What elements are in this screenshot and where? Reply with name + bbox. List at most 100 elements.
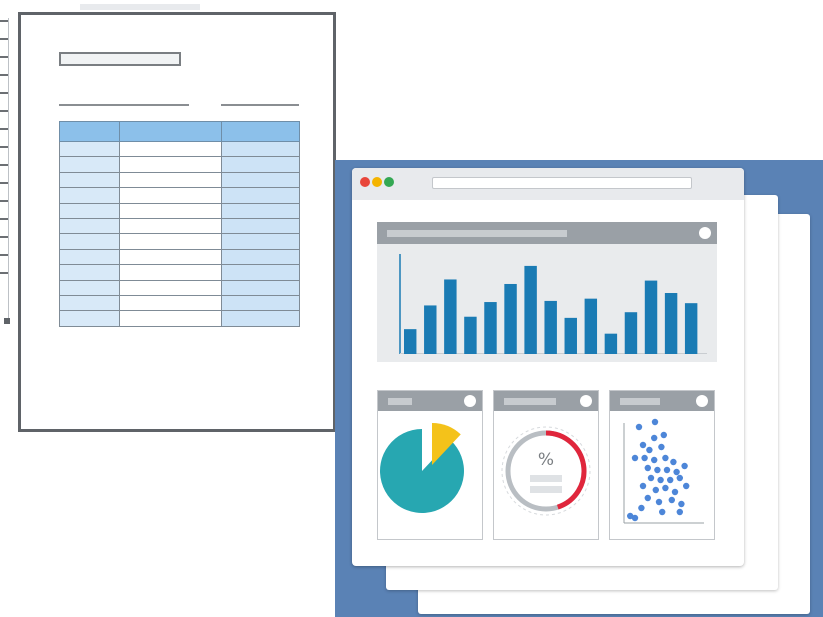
spine-tick (0, 74, 8, 76)
table-cell (221, 233, 300, 250)
close-window-dot[interactable] (360, 177, 370, 187)
bar (504, 283, 517, 354)
gauge-percent-label: % (538, 450, 554, 470)
spine-tick (0, 254, 8, 256)
table-header-row (59, 121, 300, 142)
table-row (59, 294, 300, 312)
panel-menu-button[interactable] (464, 395, 476, 407)
bar-chart-panel-header (377, 222, 717, 244)
table-row (59, 310, 300, 327)
spine-tick (0, 92, 8, 94)
table-row (59, 248, 300, 266)
panel-menu-button[interactable] (696, 395, 708, 407)
table-cell (221, 264, 300, 281)
table-cell (221, 217, 300, 235)
document-rule-left (59, 104, 189, 106)
pie-panel-header (378, 391, 482, 411)
table-row (59, 279, 300, 296)
table-cell (221, 279, 300, 296)
bar (664, 293, 678, 354)
panel-title-placeholder (387, 230, 567, 237)
table-row (59, 140, 300, 158)
document-rule-right (221, 104, 299, 106)
table-cell (59, 294, 120, 312)
table-row (59, 156, 300, 173)
bar (484, 302, 497, 354)
table-header-cell (221, 121, 300, 142)
panel-menu-button[interactable] (580, 395, 592, 407)
window-title-bar (352, 168, 744, 200)
scatter-point (638, 504, 645, 512)
minimize-window-dot[interactable] (372, 177, 382, 187)
scatter-point (668, 496, 675, 504)
table-row (59, 264, 300, 281)
address-bar[interactable] (432, 177, 692, 189)
bar (444, 279, 457, 354)
scatter-point (667, 476, 674, 484)
table-cell (59, 140, 120, 158)
scatter-chart-panel (609, 390, 715, 540)
spine-tick (0, 38, 8, 40)
table-cell (221, 156, 300, 173)
scatter-chart (623, 418, 704, 524)
table-row (59, 202, 300, 219)
table-cell (119, 264, 222, 281)
spreadsheet-table (59, 121, 300, 327)
bar (624, 312, 638, 354)
table-cell (59, 248, 120, 266)
table-cell (221, 171, 300, 189)
table-cell (221, 202, 300, 219)
spine-tick (0, 20, 8, 22)
scatter-point (663, 466, 671, 474)
scatter-point (681, 462, 688, 470)
bar (464, 316, 477, 354)
spreadsheet-document (18, 12, 336, 432)
table-row (59, 171, 300, 189)
panel-title-placeholder (620, 398, 660, 405)
maximize-window-dot[interactable] (384, 177, 394, 187)
spine-tick (0, 272, 8, 274)
gauge-line-placeholder (530, 475, 562, 482)
scatter-point (631, 514, 639, 522)
document-title-placeholder (59, 52, 181, 66)
gauge-line-placeholder (530, 486, 562, 493)
scatter-point (651, 434, 658, 442)
scatter-point (631, 454, 639, 462)
bar (584, 298, 598, 354)
scatter-point (652, 486, 659, 494)
table-header-cell (59, 121, 120, 142)
table-cell (59, 279, 120, 296)
scatter-point (662, 484, 669, 492)
scatter-point (647, 474, 655, 482)
table-row (59, 217, 300, 235)
table-cell (59, 233, 120, 250)
spine-tick (0, 110, 8, 112)
table-cell (221, 140, 300, 158)
bar (604, 333, 618, 354)
table-cell (119, 233, 222, 250)
table-cell (119, 248, 222, 266)
pie-chart-panel (377, 390, 483, 540)
gauge-value-arc (545, 430, 587, 510)
scatter-point (654, 466, 661, 474)
scatter-point (635, 423, 643, 431)
spine-tick (0, 128, 8, 130)
scatter-point (673, 468, 680, 476)
table-cell (221, 294, 300, 312)
scatter-point (644, 494, 651, 502)
panel-menu-button[interactable] (699, 227, 711, 239)
pie-chart (380, 423, 464, 513)
table-row (59, 233, 300, 250)
document-spine-ruler (0, 18, 10, 324)
bar (564, 317, 577, 354)
table-cell (119, 310, 222, 327)
scatter-point (670, 458, 677, 466)
table-cell (119, 217, 222, 235)
spine-tick (0, 182, 8, 184)
scatter-point (662, 454, 669, 462)
table-row (59, 187, 300, 204)
bar (544, 300, 557, 354)
bar (524, 265, 537, 354)
scatter-point (651, 456, 658, 464)
table-cell (59, 187, 120, 204)
